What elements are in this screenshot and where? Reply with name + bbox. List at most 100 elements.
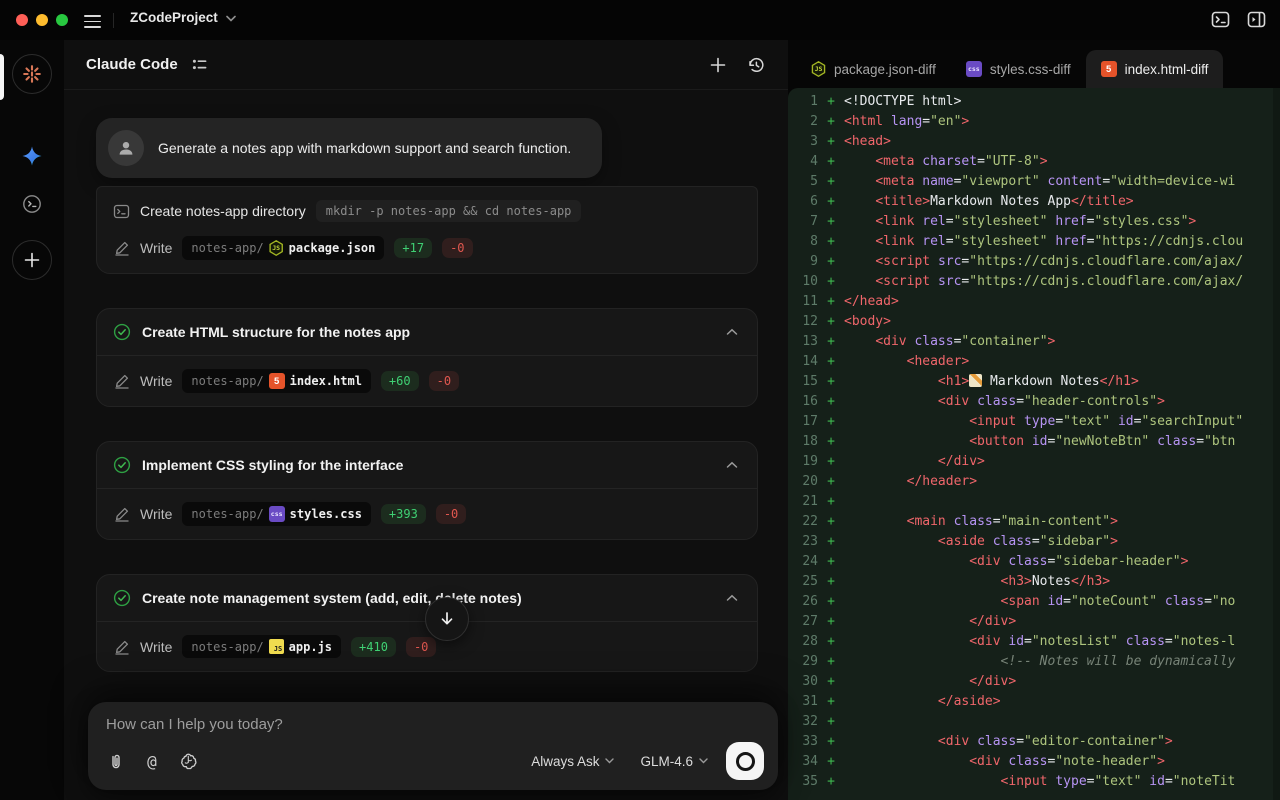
diff-line: 17+ <input type="text" id="searchInput"	[788, 412, 1280, 432]
code-text	[844, 492, 1280, 512]
code-text	[844, 712, 1280, 732]
attach-icon[interactable]	[106, 751, 126, 771]
file-chip[interactable]: notes-app/JSapp.js	[182, 635, 341, 658]
diff-added-marker: +	[818, 752, 844, 772]
file-chip[interactable]: notes-app/JSpackage.json	[182, 236, 384, 260]
history-icon[interactable]	[746, 55, 766, 75]
task-list-icon[interactable]	[190, 55, 210, 75]
new-chat-icon[interactable]	[708, 55, 728, 75]
zoom-window-button[interactable]	[56, 14, 68, 26]
close-window-button[interactable]	[16, 14, 28, 26]
task-card: Implement CSS styling for the interfaceW…	[96, 441, 758, 540]
lines-added-badge: +60	[381, 371, 419, 391]
task-cards: Create notes-app directorymkdir -p notes…	[96, 186, 758, 753]
lines-added-badge: +393	[381, 504, 426, 524]
left-rail	[0, 40, 64, 800]
diff-added-marker: +	[818, 772, 844, 792]
line-number: 15	[788, 372, 818, 392]
lines-removed-badge: -0	[429, 371, 459, 391]
gemini-agent-button[interactable]	[12, 136, 52, 176]
code-text: <aside class="sidebar">	[844, 532, 1280, 552]
scroll-to-bottom-button[interactable]	[425, 597, 469, 641]
terminal-panel-icon[interactable]	[1211, 10, 1230, 29]
toggle-sidebar-icon[interactable]	[1247, 10, 1266, 29]
editor-tab[interactable]: JSpackage.json-diff	[796, 50, 951, 88]
diff-line: 23+ <aside class="sidebar">	[788, 532, 1280, 552]
diff-line: 5+ <meta name="viewport" content="width=…	[788, 172, 1280, 192]
task-title: Implement CSS styling for the interface	[142, 457, 712, 473]
model-dropdown[interactable]: GLM-4.6	[640, 754, 708, 769]
line-number: 21	[788, 492, 818, 512]
project-selector[interactable]: ZCodeProject	[130, 10, 236, 25]
write-row: Write notes-app/5index.html +60 -0	[97, 362, 757, 400]
editor-tab[interactable]: 5index.html-diff	[1086, 50, 1224, 88]
collapse-button[interactable]	[723, 456, 741, 474]
terminal-circle-icon	[21, 193, 43, 215]
html-file-icon: 5	[269, 373, 285, 389]
task-card-header[interactable]: Implement CSS styling for the interface	[97, 442, 757, 488]
file-path: notes-app/	[191, 507, 263, 521]
diff-view[interactable]: 1+<!DOCTYPE html>2+<html lang="en">3+<he…	[788, 88, 1280, 800]
code-text: <span id="noteCount" class="no	[844, 592, 1280, 612]
line-number: 22	[788, 512, 818, 532]
claude-agent-button[interactable]	[12, 54, 52, 94]
minimize-window-button[interactable]	[36, 14, 48, 26]
line-number: 35	[788, 772, 818, 792]
lines-added-badge: +410	[351, 637, 396, 657]
menu-icon[interactable]	[84, 12, 101, 28]
task-complete-icon	[113, 456, 131, 474]
step-row: Create notes-app directorymkdir -p notes…	[97, 193, 757, 229]
file-chip[interactable]: notes-app/cssstyles.css	[182, 502, 371, 526]
diff-line: 14+ <header>	[788, 352, 1280, 372]
task-card-header[interactable]: Create HTML structure for the notes app	[97, 309, 757, 355]
brain-icon[interactable]	[178, 751, 198, 771]
line-number: 6	[788, 192, 818, 212]
permission-mode-label: Always Ask	[531, 754, 599, 769]
line-number: 13	[788, 332, 818, 352]
titlebar-divider	[113, 13, 114, 28]
code-text: <div class="header-controls">	[844, 392, 1280, 412]
code-text: </div>	[844, 612, 1280, 632]
code-text: <header>	[844, 352, 1280, 372]
line-number: 1	[788, 92, 818, 112]
css-file-icon: css	[966, 61, 982, 77]
session-history-button[interactable]	[12, 184, 52, 224]
code-text: <main class="main-content">	[844, 512, 1280, 532]
diff-line: 3+<head>	[788, 132, 1280, 152]
diff-added-marker: +	[818, 372, 844, 392]
diff-line: 16+ <div class="header-controls">	[788, 392, 1280, 412]
code-text: </header>	[844, 472, 1280, 492]
line-number: 27	[788, 612, 818, 632]
mention-icon[interactable]: @	[142, 751, 162, 771]
code-text: <meta name="viewport" content="width=dev…	[844, 172, 1280, 192]
terminal-icon	[113, 203, 130, 220]
write-row: Writenotes-app/cssstyles.css+393-0	[97, 495, 757, 533]
code-text: <div class="container">	[844, 332, 1280, 352]
lines-removed-badge: -0	[436, 504, 466, 524]
diff-added-marker: +	[818, 112, 844, 132]
line-number: 28	[788, 632, 818, 652]
command-chip[interactable]: mkdir -p notes-app && cd notes-app	[316, 200, 582, 222]
diff-line: 27+ </div>	[788, 612, 1280, 632]
new-session-button[interactable]	[12, 240, 52, 280]
diff-line: 34+ <div class="note-header">	[788, 752, 1280, 772]
line-number: 7	[788, 212, 818, 232]
permission-mode-dropdown[interactable]: Always Ask	[531, 754, 614, 769]
person-icon	[116, 138, 136, 158]
editor-tab[interactable]: cssstyles.css-diff	[951, 50, 1086, 88]
code-text: <body>	[844, 312, 1280, 332]
conversation-scroll-area[interactable]: Generate a notes app with markdown suppo…	[64, 90, 788, 800]
diff-line: 35+ <input type="text" id="noteTit	[788, 772, 1280, 792]
collapse-button[interactable]	[723, 323, 741, 341]
write-row: Writenotes-app/JSapp.js+410-0	[97, 628, 757, 665]
voice-record-button[interactable]	[726, 742, 764, 780]
file-chip[interactable]: notes-app/5index.html	[182, 369, 371, 393]
file-name: package.json	[289, 241, 376, 255]
diff-line: 9+ <script src="https://cdnjs.cloudflare…	[788, 252, 1280, 272]
write-label: Write	[140, 373, 172, 389]
code-text: <script src="https://cdnjs.cloudflare.co…	[844, 252, 1280, 272]
chat-header: Claude Code	[64, 40, 788, 90]
collapse-button[interactable]	[723, 589, 741, 607]
diff-added-marker: +	[818, 692, 844, 712]
composer-input[interactable]	[106, 716, 762, 740]
